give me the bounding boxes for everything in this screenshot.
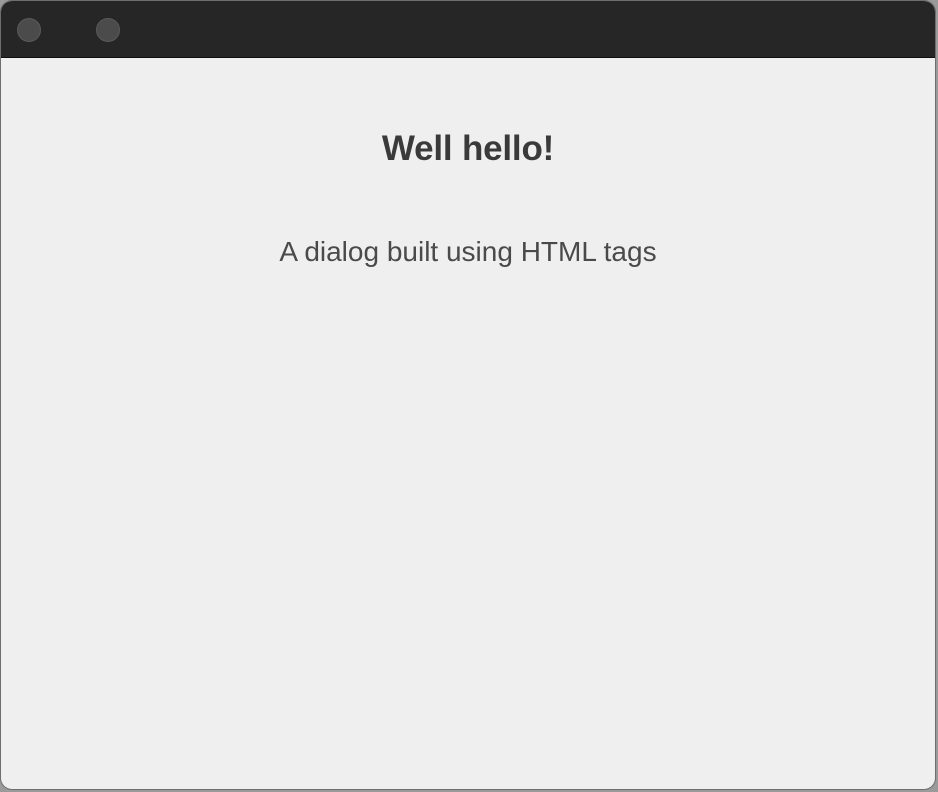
minimize-window-button[interactable] — [96, 18, 120, 42]
close-window-button[interactable] — [17, 18, 41, 42]
dialog-heading: Well hello! — [381, 129, 555, 168]
dialog-window: Well hello! A dialog built using HTML ta… — [0, 0, 936, 790]
window-titlebar[interactable] — [1, 1, 935, 58]
dialog-content: Well hello! A dialog built using HTML ta… — [1, 58, 935, 789]
dialog-message: A dialog built using HTML tags — [279, 236, 657, 267]
